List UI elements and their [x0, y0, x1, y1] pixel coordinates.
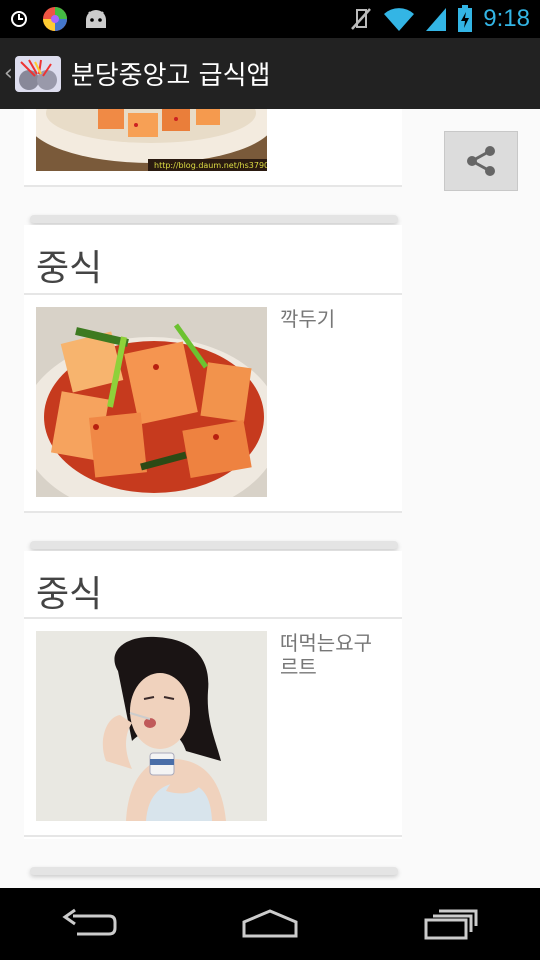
back-icon[interactable] — [61, 908, 117, 940]
up-caret-icon[interactable]: ‹ — [4, 61, 13, 86]
meal-card-2[interactable]: 중식 떠먹는요구르트 — [24, 551, 402, 839]
status-bar: 9:18 — [0, 0, 540, 38]
card-separator — [30, 867, 398, 875]
wifi-icon — [384, 8, 415, 32]
image-watermark: http://blog.daum.net/hs3790 — [154, 161, 267, 170]
meal-card-1[interactable]: 중식 깍두기 — [24, 225, 402, 513]
status-left-icons — [10, 6, 110, 32]
navigation-bar — [0, 888, 540, 960]
action-bar: ‹ 분당중앙고 급식앱 — [0, 38, 540, 109]
food-image-kkakdugi-partial: http://blog.daum.net/hs3790 — [36, 109, 267, 171]
color-wheel-icon — [43, 7, 67, 31]
card-separator — [30, 215, 398, 223]
card-title-divider — [24, 617, 402, 619]
recent-apps-icon[interactable] — [423, 908, 479, 940]
app-icon[interactable] — [14, 55, 61, 92]
card-divider — [24, 511, 402, 513]
app-title: 분당중앙고 급식앱 — [70, 61, 271, 91]
card-separator — [30, 541, 398, 549]
card-divider — [24, 185, 402, 187]
food-image-kkakdugi — [36, 307, 267, 497]
share-button[interactable] — [444, 131, 518, 191]
vibrate-muted-icon — [351, 8, 372, 30]
card-partial-top: http://blog.daum.net/hs3790 — [24, 109, 402, 187]
cell-signal-icon — [426, 8, 447, 31]
battery-charging-icon — [458, 5, 473, 32]
status-time: 9:18 — [483, 5, 530, 32]
meal-list[interactable]: http://blog.daum.net/hs3790 중식 깍두기 중식 떠먹… — [0, 109, 540, 888]
food-image-yogurt — [36, 631, 267, 821]
meal-card-title: 중식 — [36, 248, 103, 289]
meal-item-label: 깍두기 — [280, 307, 336, 331]
android-debug-icon — [86, 10, 106, 28]
share-icon — [467, 146, 495, 176]
status-right-icons: 9:18 — [349, 5, 530, 33]
meal-item-label: 떠먹는요구르트 — [280, 631, 372, 679]
clock-icon — [11, 11, 27, 27]
meal-card-title: 중식 — [36, 574, 103, 615]
home-icon[interactable] — [240, 908, 300, 940]
card-title-divider — [24, 293, 402, 295]
card-divider — [24, 835, 402, 837]
